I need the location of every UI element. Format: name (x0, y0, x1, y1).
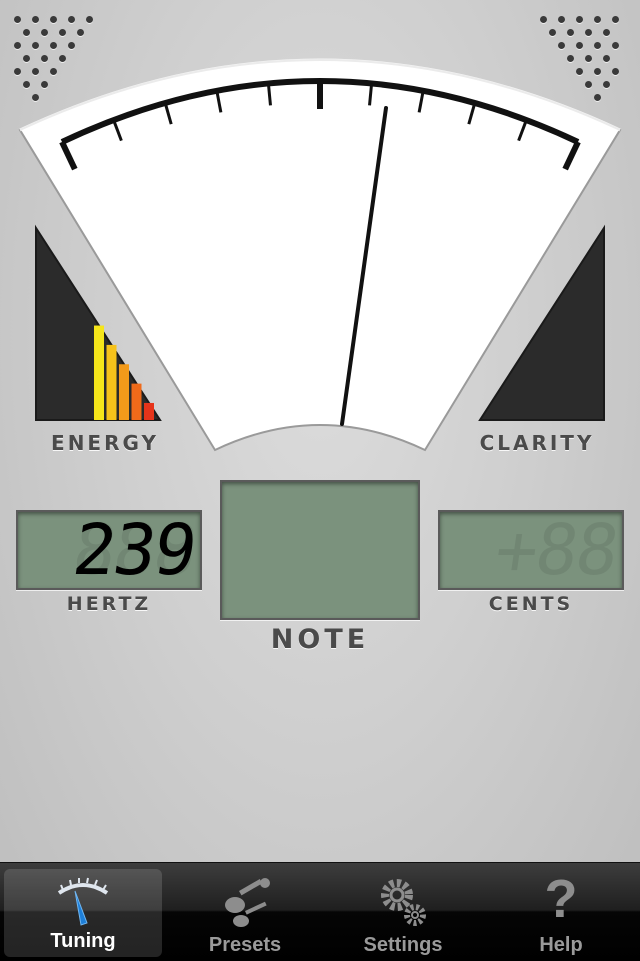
hertz-label: HERTZ (66, 593, 152, 615)
tab-bar: Tuning Presets Settings ? Help (0, 862, 640, 961)
note-display (220, 480, 420, 620)
tab-presets[interactable]: Presets (166, 863, 324, 961)
tab-presets-label: Presets (208, 934, 282, 956)
energy-bar (131, 383, 142, 420)
meter-tick (368, 83, 374, 106)
cents-display: +88 (438, 510, 624, 590)
tab-help-label: Help (539, 934, 583, 956)
question-mark-icon: ? (544, 869, 578, 929)
energy-bar (144, 402, 154, 420)
cents-ghost-digits: +88 (489, 510, 622, 590)
energy-bar (94, 325, 104, 420)
energy-label: ENERGY (51, 431, 159, 455)
tab-help[interactable]: ? Help (482, 863, 640, 961)
meter-tick (266, 83, 272, 106)
tab-tuning-label: Tuning (50, 930, 116, 952)
gears-icon (381, 879, 426, 926)
guitars-icon (225, 878, 270, 927)
tab-settings-label: Settings (363, 934, 443, 956)
energy-bar (106, 344, 117, 420)
hertz-value: 239 (67, 510, 200, 590)
tuner-screen: ENERGY CLARITY 888 239 HERTZ NOTE +88 CE… (0, 0, 640, 862)
cents-label: CENTS (488, 593, 574, 615)
energy-bar (119, 364, 129, 420)
clarity-label: CLARITY (479, 431, 595, 455)
note-label: NOTE (270, 624, 370, 655)
hertz-display: 888 239 (16, 510, 202, 590)
tab-tuning[interactable]: Tuning (4, 869, 162, 957)
tuning-gauge-icon (57, 877, 109, 926)
tab-settings[interactable]: Settings (324, 863, 482, 961)
